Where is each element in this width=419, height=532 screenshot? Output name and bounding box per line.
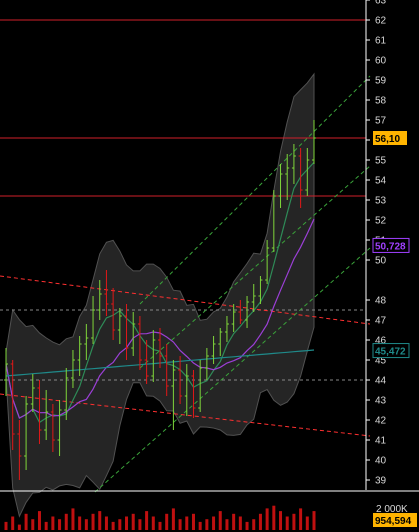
- tick-label: 52: [375, 216, 387, 227]
- volume-bar: [279, 511, 283, 530]
- volume-bar: [158, 521, 162, 530]
- volume-bar: [24, 513, 28, 530]
- volume-bar: [84, 519, 88, 530]
- tick-label: 63: [375, 0, 387, 7]
- tick-label: 58: [375, 96, 387, 107]
- volume-bar: [64, 513, 68, 530]
- tick-label: 62: [375, 16, 387, 27]
- volume-bar: [51, 516, 55, 530]
- volume-bar: [245, 521, 249, 530]
- indicator-tag: 45,472: [375, 347, 406, 358]
- volume-bar: [165, 513, 169, 530]
- volume-value-tag: 954,594: [375, 516, 412, 527]
- tick-label: 44: [375, 376, 387, 387]
- tick-label: 43: [375, 396, 387, 407]
- volume-bar: [58, 519, 62, 530]
- tick-label: 59: [375, 76, 387, 87]
- volume-bar: [285, 516, 289, 530]
- volume-bar: [44, 521, 48, 530]
- volume-bar: [252, 519, 256, 530]
- volume-bar: [145, 511, 149, 530]
- tick-label: 61: [375, 36, 387, 47]
- volume-bar: [78, 516, 82, 530]
- volume-bar: [91, 513, 95, 530]
- volume-bar: [71, 508, 75, 530]
- tick-label: 41: [375, 436, 387, 447]
- volume-bar: [232, 513, 236, 530]
- volume-bar: [191, 513, 195, 530]
- volume-bar: [17, 524, 21, 530]
- tick-label: 55: [375, 156, 387, 167]
- volume-bar: [272, 505, 276, 530]
- volume-bar: [238, 516, 242, 530]
- volume-bar: [4, 521, 8, 530]
- volume-bar: [171, 508, 175, 530]
- volume-bar: [218, 511, 222, 530]
- tick-label: 57: [375, 116, 387, 127]
- tick-label: 60: [375, 56, 387, 67]
- volume-bar: [212, 516, 216, 530]
- volume-bar: [11, 516, 15, 530]
- volume-bar: [31, 519, 35, 530]
- volume-bar: [305, 516, 309, 530]
- volume-bar: [292, 513, 296, 530]
- tick-label: 53: [375, 196, 387, 207]
- volume-bar: [299, 508, 303, 530]
- volume-bar: [118, 519, 122, 530]
- volume-bar: [178, 519, 182, 530]
- tick-label: 42: [375, 416, 387, 427]
- volume-bar: [265, 508, 269, 530]
- volume-bar: [151, 516, 155, 530]
- volume-bar: [131, 513, 135, 530]
- tick-label: 40: [375, 456, 387, 467]
- volume-bar: [98, 511, 102, 530]
- volume-bar: [125, 516, 129, 530]
- tick-label: 50: [375, 256, 387, 267]
- tick-label: 54: [375, 176, 387, 187]
- volume-bar: [185, 516, 189, 530]
- volume-bar: [111, 521, 115, 530]
- volume-bar: [138, 519, 142, 530]
- tick-label: 39: [375, 476, 387, 487]
- volume-bar: [225, 519, 229, 530]
- indicator-tag: 50,728: [375, 241, 406, 252]
- volume-bar: [104, 516, 108, 530]
- tick-label: 48: [375, 296, 387, 307]
- volume-bar: [205, 519, 209, 530]
- last-price-tag: 56,10: [375, 134, 400, 145]
- volume-bar: [198, 521, 202, 530]
- volume-bar: [37, 511, 41, 530]
- price-chart[interactable]: 3940414243444546474850515253545556575859…: [0, 0, 419, 532]
- tick-label: 47: [375, 316, 387, 327]
- volume-bar: [312, 511, 316, 530]
- volume-bar: [258, 513, 262, 530]
